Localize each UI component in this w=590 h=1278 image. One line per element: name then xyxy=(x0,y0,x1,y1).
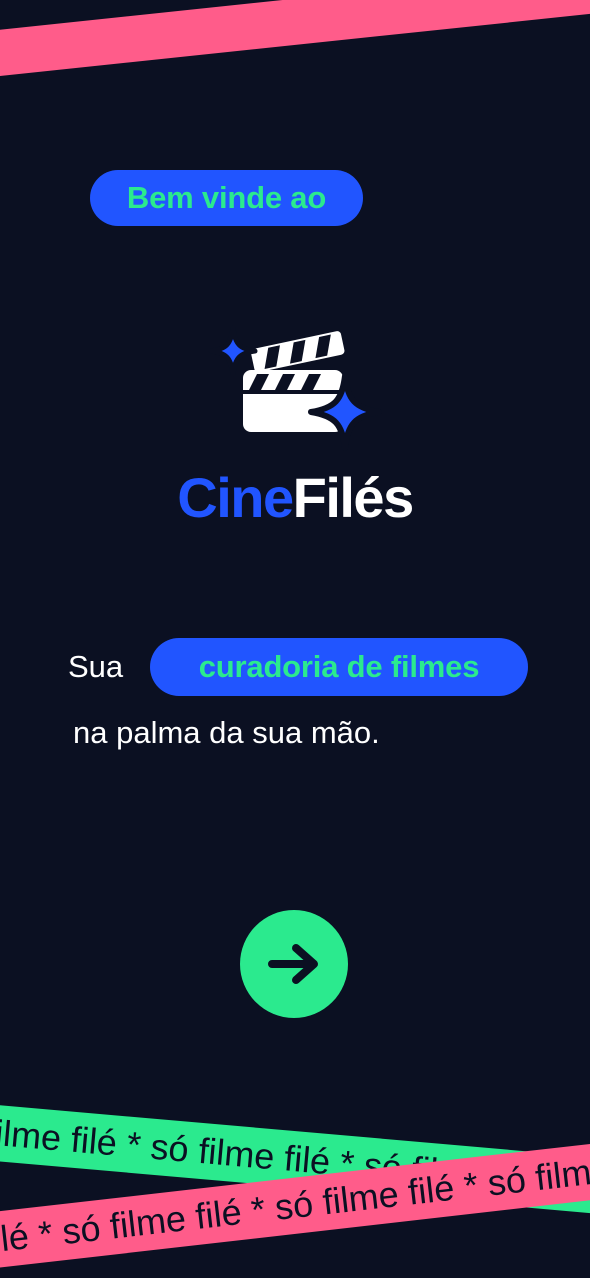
top-decorative-ribbon xyxy=(0,0,590,82)
welcome-label: Bem vinde ao xyxy=(126,180,327,215)
tagline-highlight-pill: curadoria de filmes xyxy=(150,638,528,696)
brand-logotype: CineFilés xyxy=(0,466,590,530)
welcome-pill: Bem vinde ao xyxy=(90,170,363,226)
brand-name-part1: Cine xyxy=(177,466,294,529)
next-button[interactable] xyxy=(240,910,348,1018)
clapperboard-sparkles-icon xyxy=(205,318,390,458)
tagline-highlight: curadoria de filmes xyxy=(198,649,480,684)
brand-name-part2: Filés xyxy=(292,466,415,529)
tagline-line2: na palma da sua mão. xyxy=(73,715,380,750)
arrow-right-icon xyxy=(268,944,318,984)
welcome-screen: Bem vinde ao CineFilés Sua curadoria de … xyxy=(0,0,590,1278)
tagline-prefix: Sua xyxy=(68,649,124,684)
